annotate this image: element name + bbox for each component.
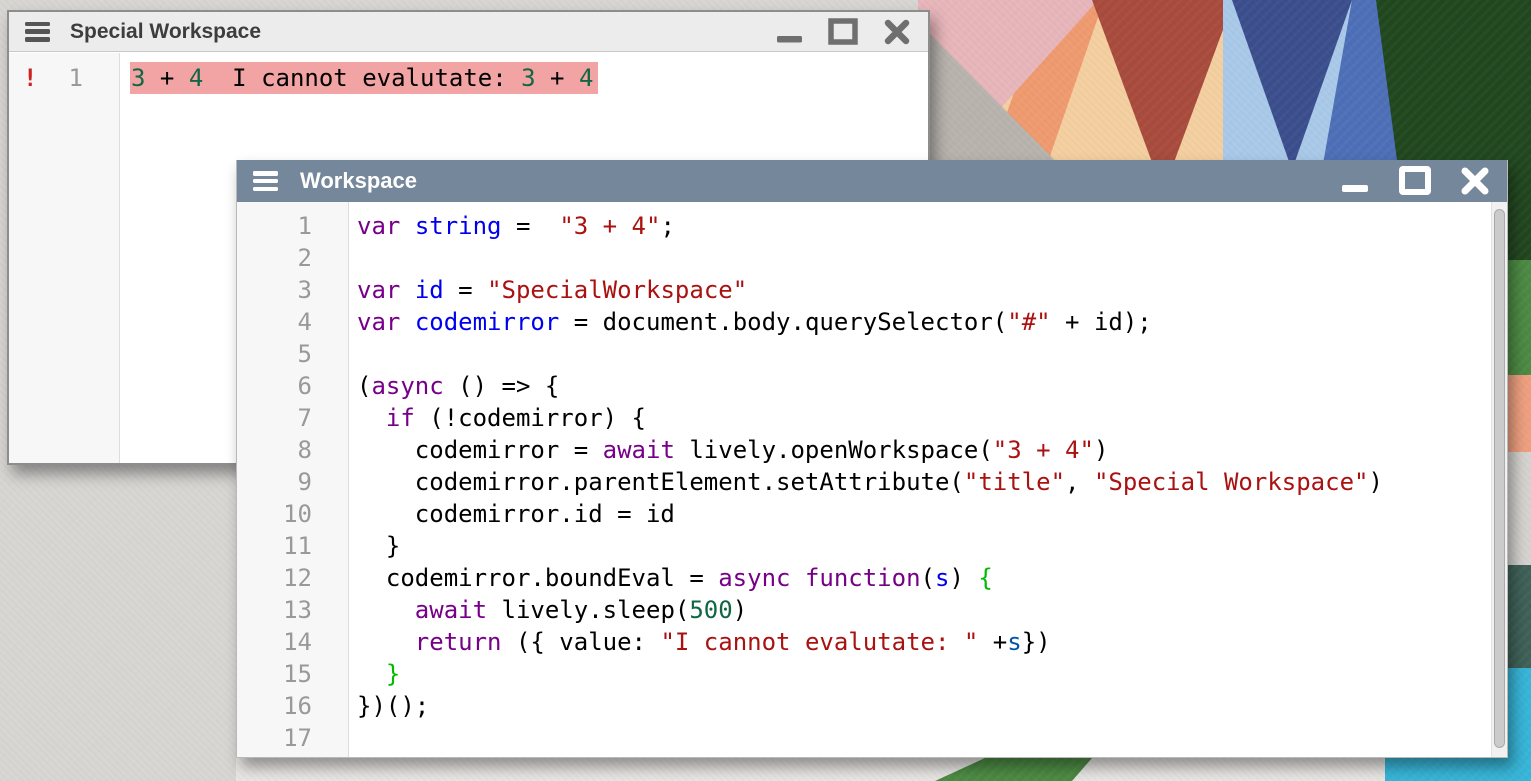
window-controls xyxy=(1339,165,1491,197)
code-line[interactable]: } xyxy=(357,658,1507,690)
menu-icon[interactable] xyxy=(253,171,278,191)
window-controls xyxy=(774,17,912,47)
scrollbar-thumb[interactable] xyxy=(1494,209,1505,748)
code-line[interactable]: })(); xyxy=(357,690,1507,722)
error-marker-icon: ! xyxy=(23,63,37,93)
maximize-button[interactable] xyxy=(1398,165,1432,197)
workspace-window: Workspace 1234567891011121314151617 var … xyxy=(236,160,1508,758)
code-line[interactable]: (async () => { xyxy=(357,370,1507,402)
line-number: 11 xyxy=(237,530,348,562)
line-number: 5 xyxy=(237,338,348,370)
line-number: 3 xyxy=(237,274,348,306)
line-number: !1 xyxy=(9,63,119,93)
code-line[interactable]: var codemirror = document.body.querySele… xyxy=(357,306,1507,338)
code-line[interactable]: var id = "SpecialWorkspace" xyxy=(357,274,1507,306)
special-workspace-titlebar[interactable]: Special Workspace xyxy=(9,12,928,52)
code-line[interactable]: } xyxy=(357,530,1507,562)
line-number: 13 xyxy=(237,594,348,626)
editor-gutter: 1234567891011121314151617 xyxy=(237,202,349,757)
line-number: 15 xyxy=(237,658,348,690)
code-line[interactable]: if (!codemirror) { xyxy=(357,402,1507,434)
line-number: 7 xyxy=(237,402,348,434)
workspace-titlebar[interactable]: Workspace xyxy=(237,160,1507,202)
minimize-button[interactable] xyxy=(774,17,804,47)
line-number: 4 xyxy=(237,306,348,338)
line-number: 8 xyxy=(237,434,348,466)
window-title: Special Workspace xyxy=(70,20,261,44)
editor-code-area[interactable]: var string = "3 + 4"; var id = "SpecialWo… xyxy=(349,202,1507,757)
close-button[interactable] xyxy=(882,17,912,47)
code-line[interactable]: var string = "3 + 4"; xyxy=(357,210,1507,242)
line-number: 2 xyxy=(237,242,348,274)
code-line[interactable]: codemirror.id = id xyxy=(357,498,1507,530)
workspace-editor[interactable]: 1234567891011121314151617 var string = "… xyxy=(237,202,1507,757)
line-number: 14 xyxy=(237,626,348,658)
line-number: 9 xyxy=(237,466,348,498)
line-number: 16 xyxy=(237,690,348,722)
code-line[interactable]: 3 + 4 I cannot evalutate: 3 + 4 xyxy=(130,63,928,93)
line-number: 6 xyxy=(237,370,348,402)
line-number: 10 xyxy=(237,498,348,530)
line-number: 1 xyxy=(237,210,348,242)
code-line[interactable] xyxy=(357,338,1507,370)
line-number: 12 xyxy=(237,562,348,594)
close-button[interactable] xyxy=(1459,165,1491,197)
code-line[interactable]: return ({ value: "I cannot evalutate: " … xyxy=(357,626,1507,658)
minimize-button[interactable] xyxy=(1339,165,1371,197)
code-line[interactable]: codemirror.parentElement.setAttribute("t… xyxy=(357,466,1507,498)
code-line[interactable]: codemirror.boundEval = async function(s)… xyxy=(357,562,1507,594)
code-line[interactable] xyxy=(357,242,1507,274)
vertical-scrollbar[interactable] xyxy=(1491,202,1507,757)
maximize-button[interactable] xyxy=(827,17,859,47)
code-line[interactable]: await lively.sleep(500) xyxy=(357,594,1507,626)
line-number: 17 xyxy=(237,722,348,754)
error-highlight: 3 + 4 I cannot evalutate: 3 + 4 xyxy=(130,62,598,94)
code-line[interactable] xyxy=(357,722,1507,754)
window-title: Workspace xyxy=(300,168,417,194)
menu-icon[interactable] xyxy=(25,22,50,42)
code-line[interactable]: codemirror = await lively.openWorkspace(… xyxy=(357,434,1507,466)
editor-gutter: !1 xyxy=(9,53,120,463)
